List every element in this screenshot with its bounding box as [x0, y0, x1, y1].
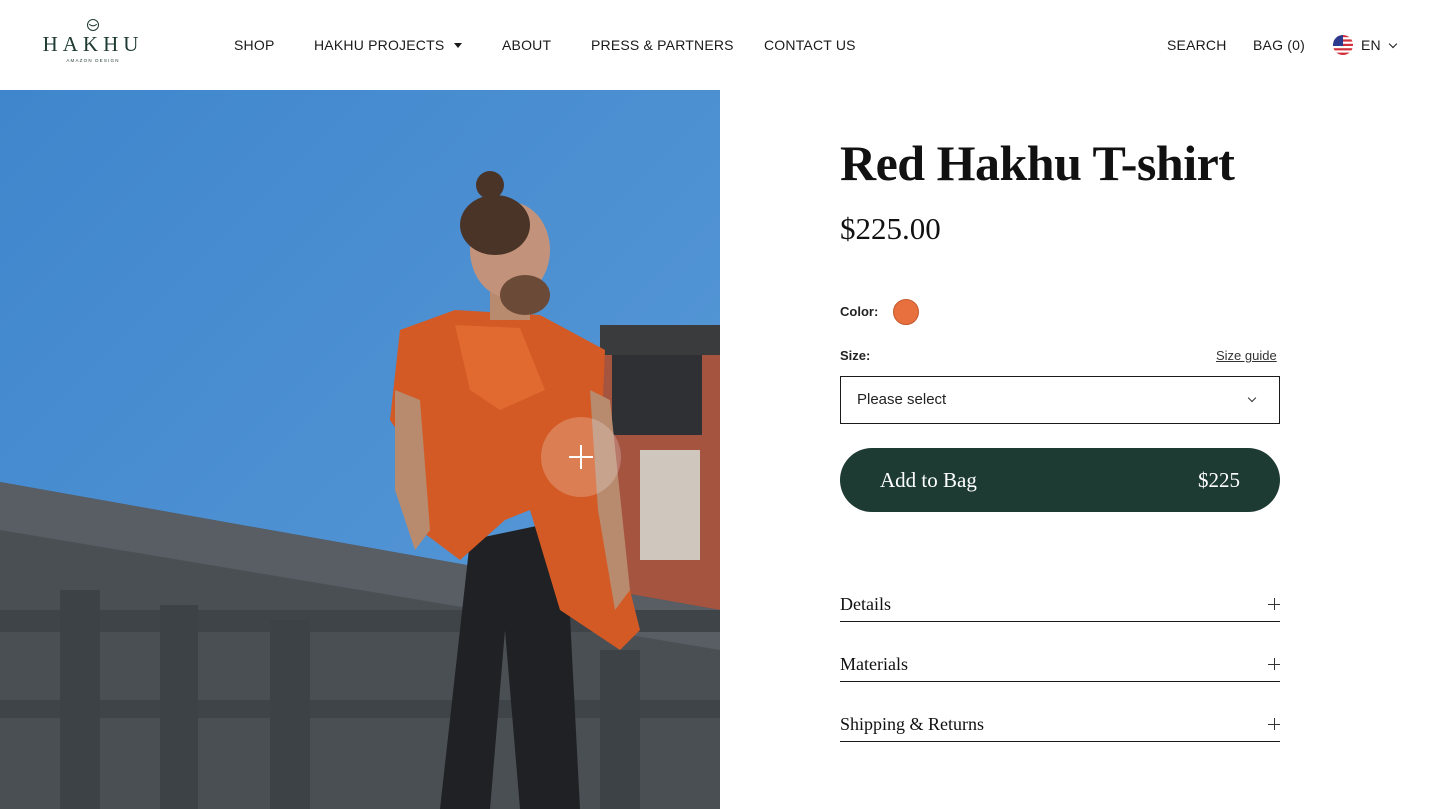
nav-press-partners[interactable]: PRESS & PARTNERS	[591, 36, 734, 54]
nav-about[interactable]: ABOUT	[502, 36, 551, 54]
accordion-details[interactable]: Details	[840, 592, 1280, 622]
plus-icon	[1268, 718, 1280, 730]
accordion-label: Shipping & Returns	[840, 714, 985, 734]
color-swatch[interactable]	[893, 299, 919, 325]
chevron-down-icon	[1388, 39, 1398, 49]
search-link[interactable]: SEARCH	[1167, 36, 1227, 54]
brand-logo[interactable]: HAKHU AMAZON DESIGN	[38, 18, 148, 74]
add-to-bag-label: Add to Bag	[880, 468, 977, 492]
moon-icon	[87, 19, 99, 31]
accordion-materials[interactable]: Materials	[840, 652, 1280, 682]
accordion-label: Details	[840, 594, 891, 614]
nav-contact-us[interactable]: CONTACT US	[764, 36, 856, 54]
caret-down-icon	[454, 43, 463, 48]
nav-hakhu-projects[interactable]: HAKHU PROJECTS	[314, 36, 463, 54]
size-select-value: Please select	[857, 391, 947, 408]
us-flag-icon[interactable]	[1333, 35, 1353, 55]
nav-shop[interactable]: SHOP	[234, 36, 274, 54]
nav-hakhu-projects-label: HAKHU PROJECTS	[314, 37, 445, 53]
add-to-bag-price: $225	[1198, 468, 1240, 492]
site-header: HAKHU AMAZON DESIGN SHOP HAKHU PROJECTS …	[0, 0, 1440, 90]
accordion-shipping-returns[interactable]: Shipping & Returns	[840, 712, 1280, 742]
bag-link[interactable]: BAG (0)	[1253, 36, 1305, 54]
size-select[interactable]: Please select	[840, 376, 1280, 424]
zoom-plus-icon[interactable]	[541, 417, 621, 497]
product-price: $225.00	[840, 211, 941, 246]
brand-tagline: AMAZON DESIGN	[66, 58, 120, 63]
color-label: Color:	[840, 304, 879, 319]
plus-icon	[1268, 658, 1280, 670]
language-selector[interactable]: EN	[1361, 36, 1398, 54]
add-to-bag-button[interactable]: Add to Bag $225	[840, 448, 1280, 512]
chevron-down-icon	[1247, 393, 1257, 403]
brand-name: HAKHU	[42, 32, 144, 56]
product-image[interactable]	[0, 90, 720, 809]
size-guide-link[interactable]: Size guide	[1216, 347, 1277, 365]
language-code: EN	[1361, 37, 1381, 53]
accordion-label: Materials	[840, 654, 908, 674]
size-label: Size:	[840, 348, 871, 363]
product-title: Red Hakhu T-shirt	[840, 135, 1235, 191]
plus-icon	[1268, 598, 1280, 610]
